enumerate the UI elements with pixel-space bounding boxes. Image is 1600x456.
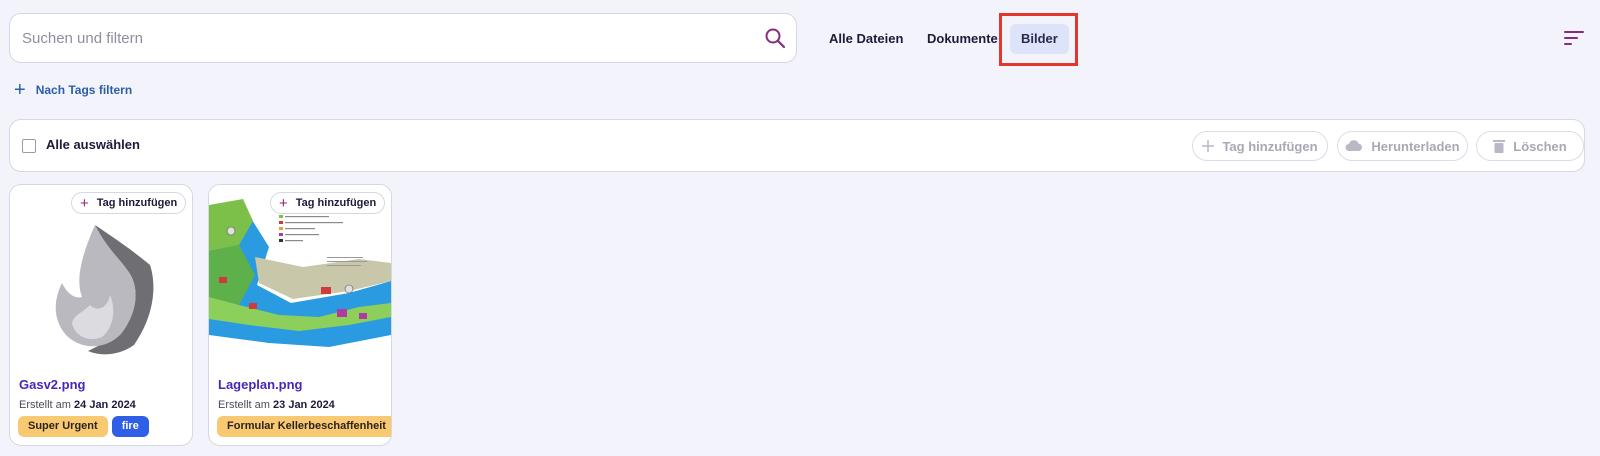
card-add-tag-label: Tag hinzufügen [96,197,178,209]
plus-icon [1202,140,1215,152]
cloud-download-icon [1345,140,1363,151]
plus-icon: + [80,194,89,212]
file-name[interactable]: Gasv2.png [19,377,85,392]
card-add-tag-button[interactable]: + Tag hinzufügen [71,192,187,214]
tag-list: Formular Kellerbeschaffenheit [217,416,391,437]
tags-filter-label: Nach Tags filtern [35,83,133,97]
download-label: Herunterladen [1371,138,1460,154]
created-date: Erstellt am 24 Jan 2024 [19,399,136,411]
add-tag-label: Tag hinzufügen [1222,138,1318,154]
tab-dokumente[interactable]: Dokumente [916,24,1009,54]
card-add-tag-label: Tag hinzufügen [295,197,377,209]
tag-badge[interactable]: Super Urgent [18,416,108,437]
select-all-checkbox[interactable] [22,139,36,153]
delete-button[interactable]: Löschen [1476,131,1584,161]
search-input[interactable] [22,14,742,62]
tab-bilder[interactable]: Bilder [1010,24,1069,54]
download-button[interactable]: Herunterladen [1337,131,1468,161]
selection-toolbar: Alle auswählen Tag hinzufügen Herunterla… [9,119,1585,172]
plus-icon: + [279,194,288,212]
card-add-tag-button[interactable]: + Tag hinzufügen [270,192,386,214]
file-card[interactable]: + Tag hinzufügen Lageplan.png Erstellt a… [208,184,392,446]
select-all-label: Alle auswählen [46,137,140,152]
created-date: Erstellt am 23 Jan 2024 [218,399,335,411]
plus-icon: + [14,79,26,101]
add-tag-button[interactable]: Tag hinzufügen [1192,131,1328,161]
tags-filter-button[interactable]: + Nach Tags filtern [14,80,132,100]
tab-alle-dateien[interactable]: Alle Dateien [818,24,914,54]
tag-badge[interactable]: Formular Kellerbeschaffenheit [217,416,391,437]
file-name[interactable]: Lageplan.png [218,377,303,392]
trash-icon [1493,140,1506,153]
search-icon[interactable] [764,27,786,49]
tag-badge[interactable]: fire [111,416,149,437]
file-card[interactable]: + Tag hinzufügen Gasv2.png Erstellt am 2… [9,184,193,446]
sort-icon[interactable] [1564,29,1584,47]
tag-list: Super Urgent fire [18,416,149,437]
delete-label: Löschen [1513,138,1567,154]
search-box[interactable] [9,13,797,63]
